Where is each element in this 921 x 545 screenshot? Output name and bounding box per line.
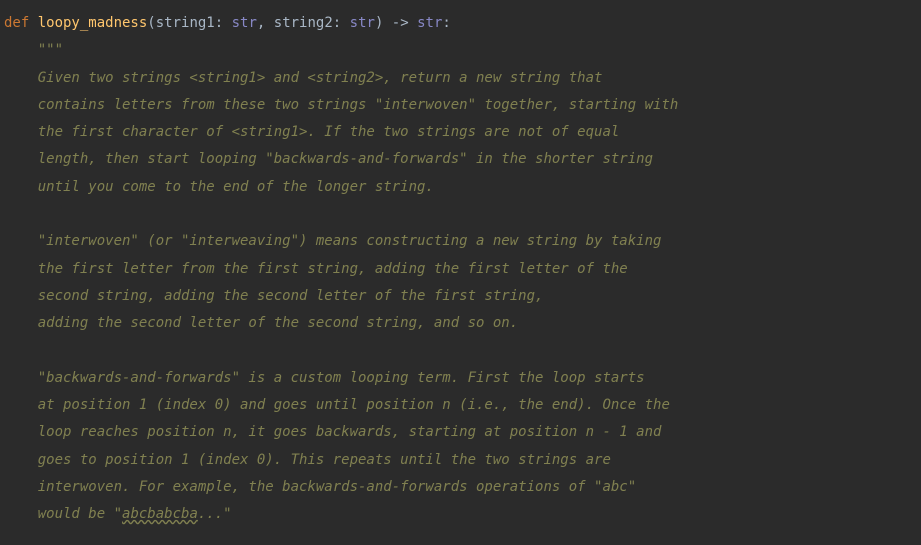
docstring-line: loop reaches position n, it goes backwar… xyxy=(4,424,661,440)
docstring-line: the first letter from the first string, … xyxy=(4,261,628,277)
docstring-line: goes to position 1 (index 0). This repea… xyxy=(4,452,611,468)
docstring-line: second string, adding the second letter … xyxy=(4,288,543,304)
param1-type: str xyxy=(232,15,257,31)
docstring-line: the first character of <string1>. If the… xyxy=(4,124,619,140)
def-keyword: def xyxy=(4,15,38,31)
docstring-underlined: abcbabcba xyxy=(122,506,198,522)
code-editor[interactable]: def loopy_madness(string1: str, string2:… xyxy=(0,10,921,529)
colon1: : xyxy=(215,15,232,31)
docstring-line-prefix: would be " xyxy=(4,506,122,522)
param2-type: str xyxy=(350,15,375,31)
param2-name: string2 xyxy=(274,15,333,31)
arrow: -> xyxy=(383,15,417,31)
docstring-open: """ xyxy=(4,42,63,58)
docstring-line: interwoven. For example, the backwards-a… xyxy=(4,479,636,495)
return-type: str xyxy=(417,15,442,31)
docstring-line: at position 1 (index 0) and goes until p… xyxy=(4,397,670,413)
docstring-line-suffix: ..." xyxy=(198,506,232,522)
docstring-line: "interwoven" (or "interweaving") means c… xyxy=(4,233,661,249)
docstring-line: until you come to the end of the longer … xyxy=(4,179,434,195)
docstring-line: "backwards-and-forwards" is a custom loo… xyxy=(4,370,645,386)
end-colon: : xyxy=(442,15,450,31)
docstring-line: adding the second letter of the second s… xyxy=(4,315,518,331)
docstring-line: contains letters from these two strings … xyxy=(4,97,678,113)
open-paren: ( xyxy=(147,15,155,31)
docstring-line: Given two strings <string1> and <string2… xyxy=(4,70,602,86)
colon2: : xyxy=(333,15,350,31)
param1-name: string1 xyxy=(156,15,215,31)
function-name: loopy_madness xyxy=(38,15,148,31)
comma: , xyxy=(257,15,274,31)
docstring-line: length, then start looping "backwards-an… xyxy=(4,151,653,167)
